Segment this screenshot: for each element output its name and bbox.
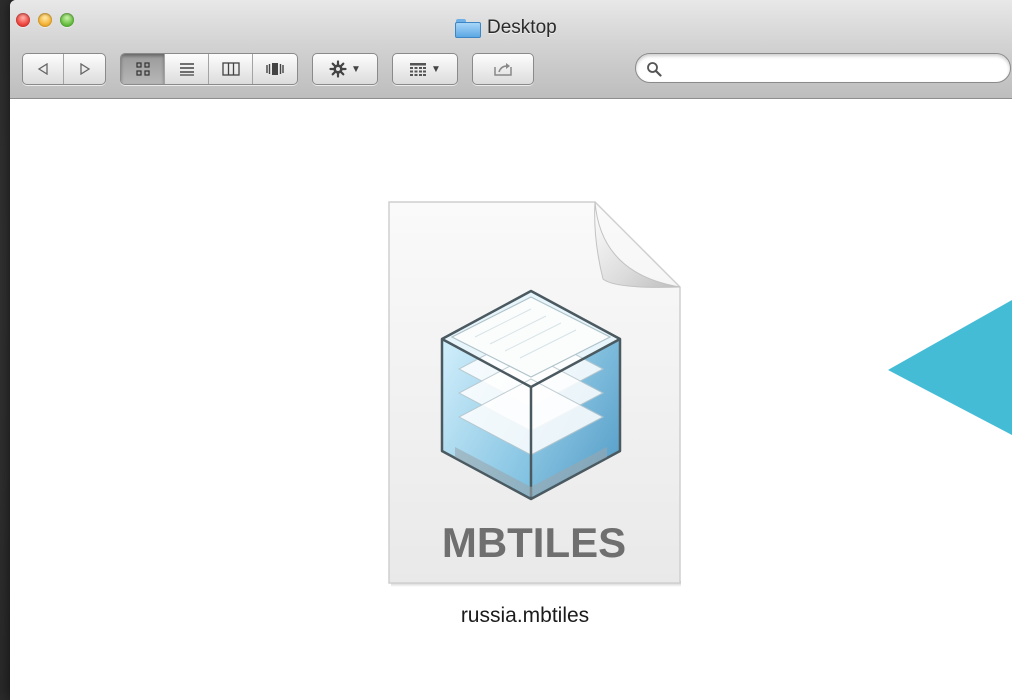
action-group: ▼ xyxy=(312,53,378,85)
column-view-button[interactable] xyxy=(209,54,253,84)
mbtiles-document-icon[interactable]: MBTILES xyxy=(365,179,685,589)
icon-view-button[interactable] xyxy=(121,54,165,84)
column-view-icon xyxy=(221,62,240,76)
chevron-down-icon: ▼ xyxy=(351,63,361,75)
pointer-arrow-icon xyxy=(888,300,1012,435)
list-view-icon xyxy=(179,63,194,76)
file-browser-area[interactable]: MBTILES russia.mbtiles xyxy=(10,99,1012,699)
triangle-left-icon xyxy=(37,63,48,75)
coverflow-view-button[interactable] xyxy=(253,54,297,84)
triangle-right-icon xyxy=(79,63,90,75)
search-icon xyxy=(647,62,662,77)
grid-icon xyxy=(410,63,427,76)
list-view-button[interactable] xyxy=(165,54,209,84)
share-button[interactable] xyxy=(473,54,533,84)
finder-window: Desktop ▼ ▼ MBTILES russia.mbtiles xyxy=(10,0,1012,700)
search-field[interactable] xyxy=(635,53,1011,83)
back-button[interactable] xyxy=(23,54,64,84)
close-window-button[interactable] xyxy=(16,13,30,27)
share-group xyxy=(472,53,534,85)
share-icon xyxy=(494,63,512,76)
gear-icon xyxy=(329,60,347,78)
arrange-group: ▼ xyxy=(392,53,458,85)
traffic-lights xyxy=(16,13,74,27)
file-item[interactable]: MBTILES russia.mbtiles xyxy=(365,179,685,649)
chevron-down-icon: ▼ xyxy=(431,63,441,75)
file-name-label[interactable]: russia.mbtiles xyxy=(365,604,685,628)
minimize-window-button[interactable] xyxy=(38,13,52,27)
zoom-window-button[interactable] xyxy=(60,13,74,27)
window-titlebar[interactable]: Desktop ▼ ▼ xyxy=(10,0,1012,99)
action-menu-button[interactable]: ▼ xyxy=(313,54,377,84)
view-buttons xyxy=(120,53,298,85)
search-input[interactable] xyxy=(670,58,994,80)
document-type-label: MBTILES xyxy=(442,519,626,566)
forward-button[interactable] xyxy=(64,54,105,84)
icon-view-icon xyxy=(135,62,150,76)
folder-icon xyxy=(455,18,481,38)
window-title-text: Desktop xyxy=(487,17,557,38)
toolbar: ▼ ▼ xyxy=(22,53,548,85)
arrange-menu-button[interactable]: ▼ xyxy=(393,54,457,84)
nav-buttons xyxy=(22,53,106,85)
coverflow-view-icon xyxy=(266,63,284,75)
window-title: Desktop xyxy=(455,17,557,39)
